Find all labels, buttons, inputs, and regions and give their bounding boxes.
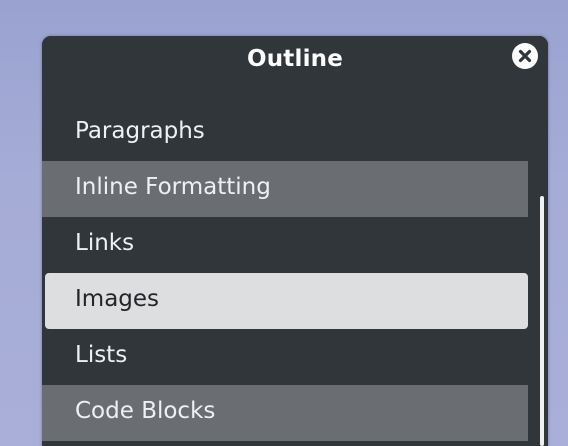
- outline-item-images[interactable]: Images: [45, 273, 528, 329]
- outline-item-label: Inline Formatting: [75, 174, 271, 200]
- outline-item-inline-formatting[interactable]: Inline Formatting: [42, 161, 528, 217]
- outline-item-label: Code Blocks: [75, 398, 216, 424]
- scrollbar-thumb[interactable]: [540, 196, 544, 446]
- outline-item-label: Paragraphs: [75, 118, 205, 144]
- outline-list: Paragraphs Inline Formatting Links Image…: [42, 105, 528, 441]
- close-icon: [518, 49, 532, 63]
- titlebar[interactable]: Outline: [42, 36, 548, 92]
- outline-item-code-blocks[interactable]: Code Blocks: [42, 385, 528, 441]
- outline-item-links[interactable]: Links: [42, 217, 528, 273]
- outline-item-paragraphs[interactable]: Paragraphs: [42, 105, 528, 161]
- outline-item-lists[interactable]: Lists: [42, 329, 528, 385]
- close-button[interactable]: [512, 43, 538, 69]
- outline-window: Outline Paragraphs Inline Formatting Lin…: [42, 36, 548, 446]
- outline-item-label: Lists: [75, 342, 128, 368]
- window-title: Outline: [246, 46, 344, 72]
- outline-item-label: Links: [75, 230, 135, 256]
- outline-item-label: Images: [75, 286, 160, 312]
